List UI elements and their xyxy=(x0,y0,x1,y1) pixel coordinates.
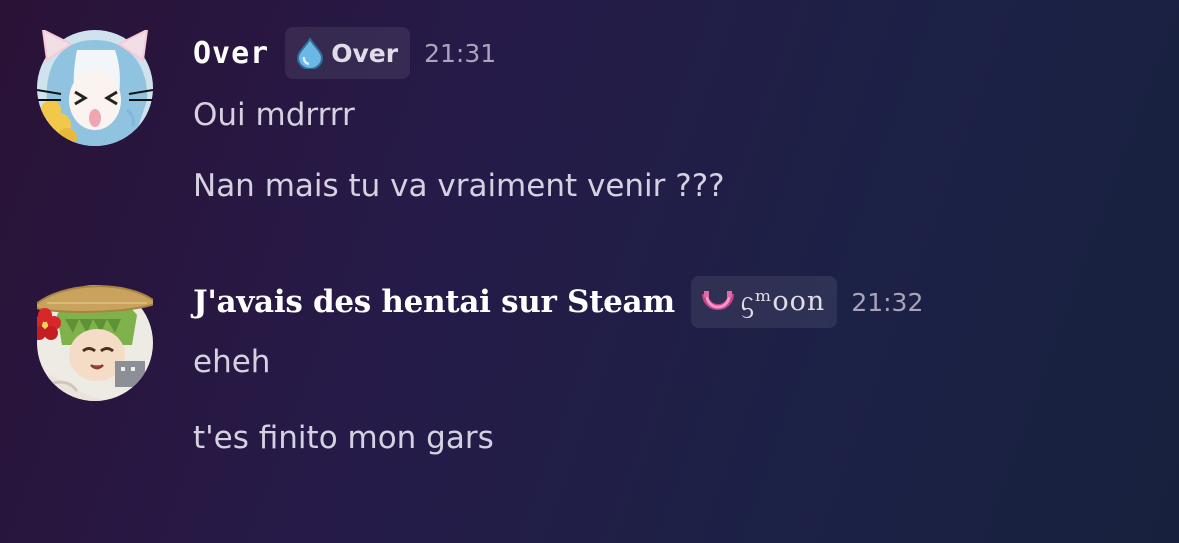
guild-tag-label: ᦓᵐoon xyxy=(740,285,826,317)
message-text: Nan mais tu va vraiment venir ??? xyxy=(193,168,725,204)
water-drop-icon xyxy=(295,37,325,69)
message-header: J'avais des hentai sur Steam ᦓᵐoon 21:32 xyxy=(193,276,923,328)
timestamp[interactable]: 21:32 xyxy=(851,288,923,317)
anime-cat-avatar-icon xyxy=(37,30,153,146)
guild-tag[interactable]: Over xyxy=(285,27,411,79)
timestamp[interactable]: 21:31 xyxy=(424,39,496,68)
avatar[interactable] xyxy=(37,30,153,146)
pink-ring-icon xyxy=(701,286,735,318)
guild-tag-label: Over xyxy=(331,38,399,68)
message-text: eheh xyxy=(193,344,271,380)
username[interactable]: J'avais des hentai sur Steam xyxy=(193,284,675,320)
guild-tag[interactable]: ᦓᵐoon xyxy=(690,276,838,328)
message-header: Over Over 21:31 xyxy=(193,27,496,79)
avatar[interactable] xyxy=(37,285,153,401)
anime-boy-avatar-icon xyxy=(37,285,153,401)
username[interactable]: Over xyxy=(193,36,269,71)
message-text: Oui mdrrrr xyxy=(193,97,355,133)
message-text: t'es finito mon gars xyxy=(193,420,494,456)
